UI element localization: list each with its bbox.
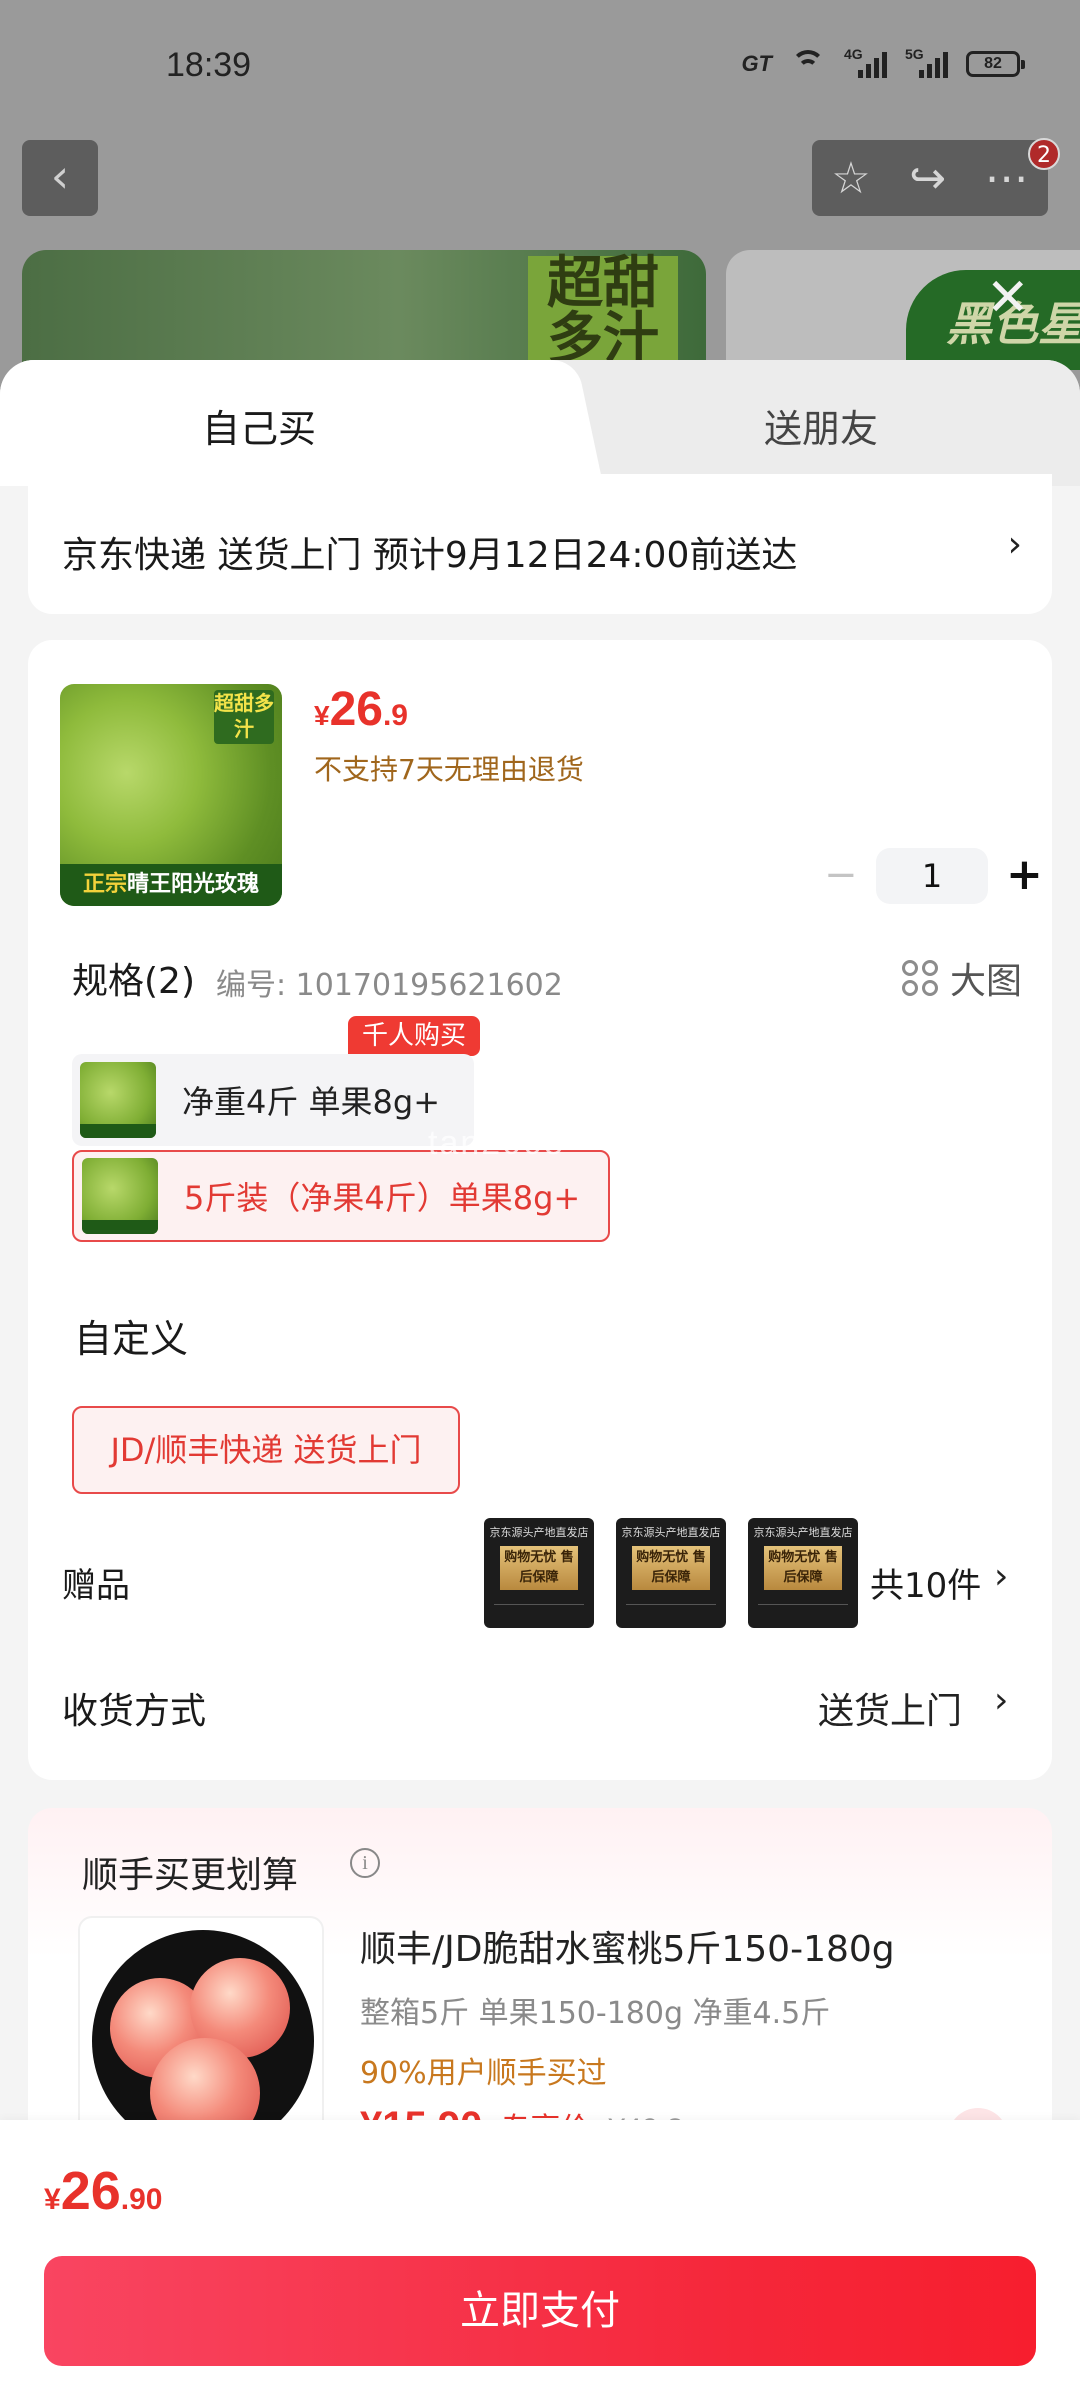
product-price: ¥26.9 [314,683,408,736]
tab-self-label: 自己买 [202,407,317,451]
tab-self[interactable]: 自己买 [0,360,560,486]
gift-image[interactable]: 京东源头产地直发店 购物无忧 售后保障 [616,1518,726,1628]
recommend-percent: 90%用户顺手买过 [360,2056,607,2091]
chevron-left-icon: ‹ [50,149,70,203]
product-thumbnail[interactable]: 超甜多汁 正宗晴王阳光玫瑰 [60,684,282,906]
custom-option-selected[interactable]: JD/顺丰快递 送货上门 [72,1406,460,1494]
gt-badge: GT [741,51,772,76]
delivery-row[interactable]: 京东快递 送货上门 预计9月12日24:00前送达 › [28,474,1052,614]
big-image-label: 大图 [949,961,1022,1002]
decrement-button[interactable]: − [824,848,858,902]
option-thumbnail [80,1062,156,1138]
total-price: ¥26.90 [44,2161,163,2221]
star-icon[interactable]: ☆ [831,153,870,204]
gift-count[interactable]: 共10件 [870,1558,981,1607]
wifi-icon [790,50,826,78]
option-thumbnail [82,1158,158,1234]
more-icon[interactable]: ⋯ [985,153,1029,204]
recommend-card: 顺手买更划算 i 顺丰/JD脆甜水蜜桃5斤150-180g 整箱5斤 单果150… [28,1808,1052,2168]
product-card: 超甜多汁 正宗晴王阳光玫瑰 ¥26.9 不支持7天无理由退货 − 1 + 规格(… [28,640,1052,1780]
chevron-right-icon: › [1007,524,1022,565]
spec-code: 编号: 10170195621602 [216,968,563,1003]
checkout-footer: ¥26.90 立即支付 [0,2120,1080,2400]
spec-option-selected[interactable]: 5斤装（净果4斤）单果8g+ [72,1150,610,1242]
product-banner: 超甜多汁 [22,250,706,370]
tab-gift[interactable]: 送朋友 [764,398,878,453]
grid-icon [901,960,938,996]
hot-badge: 千人购买 [348,1016,481,1056]
pay-now-button[interactable]: 立即支付 [44,2256,1036,2366]
chevron-right-icon: › [994,1556,1009,1597]
notification-badge: 2 [1028,138,1060,170]
shipping-value[interactable]: 送货上门 [818,1682,962,1734]
thumb-band: 正宗晴王阳光玫瑰 [60,864,282,906]
recommend-subtitle: 整箱5斤 单果150-180g 净重4.5斤 [360,1996,831,2031]
recommend-heading: 顺手买更划算 [82,1855,299,1896]
battery-icon: 82 [966,51,1025,77]
gift-image[interactable]: 京东源头产地直发店 购物无忧 售后保障 [484,1518,594,1628]
signal-4g-icon: 4G [844,46,887,78]
purchase-sheet: 自己买 送朋友 京东快递 送货上门 预计9月12日24:00前送达 › 超甜多汁… [0,360,1080,2400]
back-button[interactable]: ‹ [22,140,98,216]
share-icon[interactable]: ↪ [909,153,946,204]
chevron-right-icon: › [994,1680,1009,1721]
status-time: 18:39 [166,46,252,84]
info-icon[interactable]: i [350,1848,380,1878]
shipping-label: 收货方式 [62,1691,207,1732]
nav-actions: ☆ ↪ ⋯ [812,140,1048,216]
watermark: tan2008 [428,1124,565,1162]
quantity-input[interactable]: 1 [876,848,988,904]
gift-image[interactable]: 京东源头产地直发店 购物无忧 售后保障 [748,1518,858,1628]
delivery-text: 京东快递 送货上门 预计9月12日24:00前送达 [62,535,798,576]
banner-tag: 超甜多汁 [528,256,678,368]
custom-heading: 自定义 [74,1317,189,1361]
status-icons: GT 4G 5G 82 [741,46,1025,78]
tab-bar: 自己买 送朋友 [0,360,1080,486]
status-bar: 18:39 GT 4G 5G 82 [0,0,1080,130]
option-label: 净重4斤 单果8g+ [182,1083,441,1121]
no-return-notice: 不支持7天无理由退货 [314,753,584,786]
big-image-button[interactable]: 大图 [901,952,1022,1004]
option-label: 5斤装（净果4斤）单果8g+ [184,1179,581,1217]
signal-5g-icon: 5G [905,46,948,78]
close-icon[interactable]: ✕ [986,272,1030,324]
recommend-title[interactable]: 顺丰/JD脆甜水蜜桃5斤150-180g [360,1920,895,1972]
increment-button[interactable]: + [1006,848,1043,902]
thumb-tag: 超甜多汁 [214,690,274,744]
spec-heading: 规格(2) [72,961,195,1002]
spec-option[interactable]: 净重4斤 单果8g+ [72,1054,474,1146]
gift-label: 赠品 [62,1566,130,1606]
quantity-stepper: − 1 + [796,848,1043,906]
